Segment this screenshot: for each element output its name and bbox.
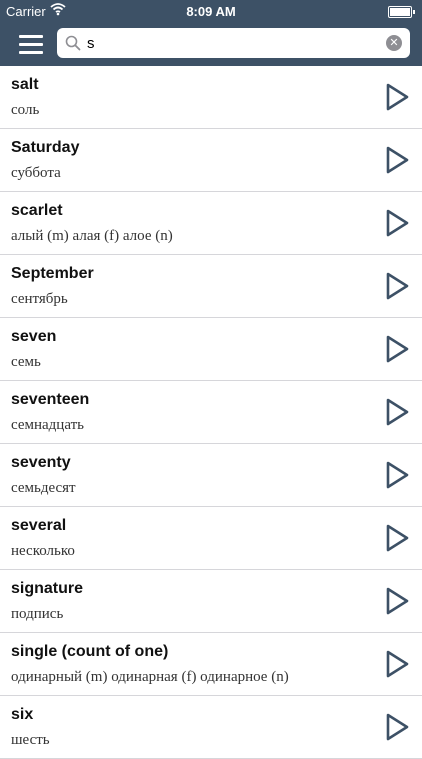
- status-time: 8:09 AM: [186, 4, 236, 19]
- entry-word: several: [11, 517, 67, 534]
- entry-word: signature: [11, 580, 84, 597]
- list-item[interactable]: seven семь: [0, 318, 422, 381]
- entry-word: scarlet: [11, 202, 63, 219]
- play-icon[interactable]: [384, 649, 410, 679]
- play-icon[interactable]: [384, 82, 410, 112]
- list-item[interactable]: several несколько: [0, 507, 422, 570]
- navigation-bar: ✕: [0, 22, 422, 66]
- battery-icon: [388, 6, 415, 18]
- play-icon[interactable]: [384, 460, 410, 490]
- list-item[interactable]: seventeen семнадцать: [0, 381, 422, 444]
- entry-word: seven: [11, 328, 57, 345]
- entry-word: single (count of one): [11, 643, 169, 660]
- play-icon[interactable]: [384, 523, 410, 553]
- list-item[interactable]: seventy семьдесят: [0, 444, 422, 507]
- list-item[interactable]: single (count of one) одинарный (m) один…: [0, 633, 422, 696]
- search-input[interactable]: [87, 33, 367, 53]
- search-field[interactable]: ✕: [57, 28, 410, 58]
- search-icon: [65, 35, 81, 56]
- list-item[interactable]: scarlet алый (m) алая (f) алое (n): [0, 192, 422, 255]
- menu-button[interactable]: [19, 33, 43, 55]
- list-item[interactable]: September сентябрь: [0, 255, 422, 318]
- play-icon[interactable]: [384, 712, 410, 742]
- clear-search-icon[interactable]: ✕: [386, 35, 402, 51]
- entry-word: seventeen: [11, 391, 90, 408]
- entry-word: seventy: [11, 454, 71, 471]
- play-icon[interactable]: [384, 586, 410, 616]
- entry-word: salt: [11, 76, 39, 93]
- entry-translation: шесть: [11, 732, 50, 748]
- entry-translation: сентябрь: [11, 291, 68, 307]
- entry-translation: одинарный (m) одинарная (f) одинарное (n…: [11, 669, 289, 685]
- play-icon[interactable]: [384, 397, 410, 427]
- word-list: salt соль Saturday суббота scarlet алый …: [0, 66, 422, 759]
- entry-word: six: [11, 706, 34, 723]
- entry-translation: алый (m) алая (f) алое (n): [11, 228, 173, 244]
- play-icon[interactable]: [384, 334, 410, 364]
- entry-translation: несколько: [11, 543, 75, 559]
- play-icon[interactable]: [384, 208, 410, 238]
- entry-translation: суббота: [11, 165, 61, 181]
- play-icon[interactable]: [384, 145, 410, 175]
- list-item[interactable]: Saturday суббота: [0, 129, 422, 192]
- list-item[interactable]: salt соль: [0, 66, 422, 129]
- entry-translation: семьдесят: [11, 480, 76, 496]
- play-icon[interactable]: [384, 271, 410, 301]
- entry-word: September: [11, 265, 94, 282]
- entry-translation: семь: [11, 354, 41, 370]
- status-bar: Carrier 8:09 AM: [0, 0, 422, 22]
- list-item[interactable]: signature подпись: [0, 570, 422, 633]
- entry-translation: соль: [11, 102, 40, 118]
- entry-translation: семнадцать: [11, 417, 85, 433]
- entry-word: Saturday: [11, 139, 80, 156]
- entry-translation: подпись: [11, 606, 64, 622]
